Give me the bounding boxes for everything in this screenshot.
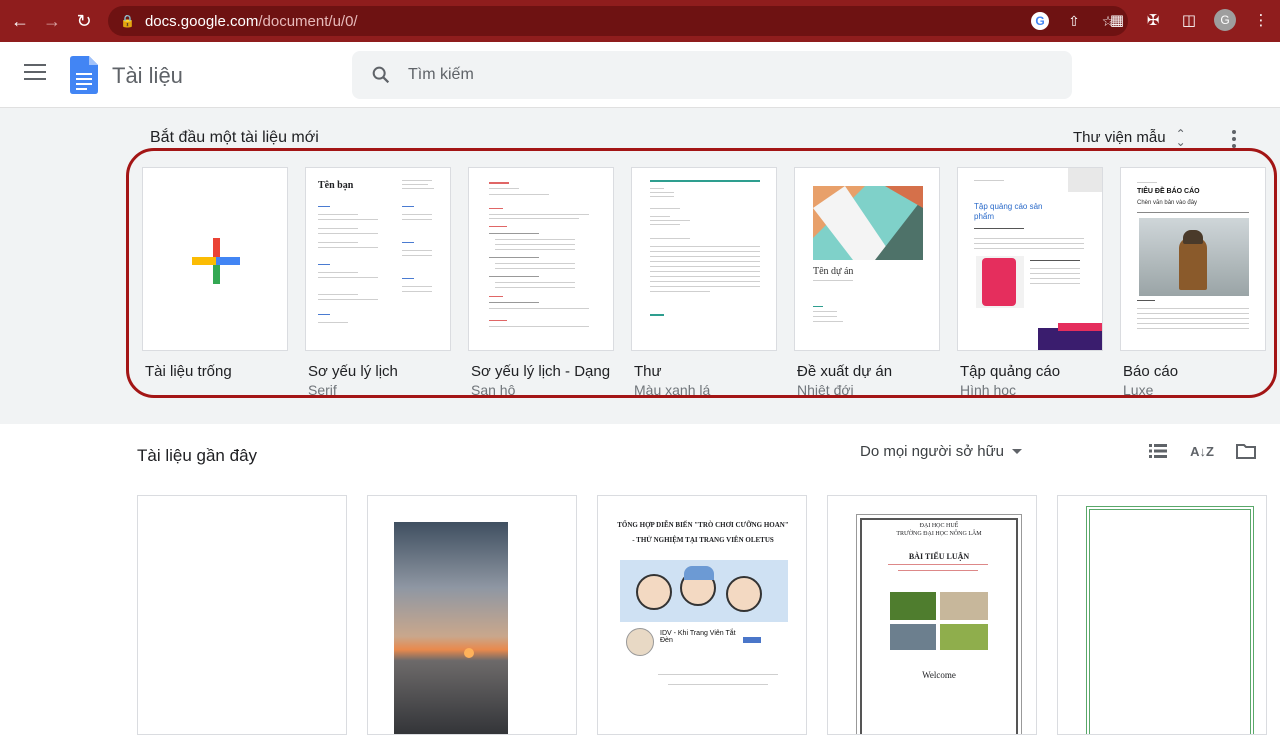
owner-filter-dropdown[interactable]: Do mọi người sở hữu bbox=[860, 443, 1022, 460]
doc-photo bbox=[890, 624, 936, 650]
app-title: Tài liệu bbox=[112, 63, 183, 88]
search-box[interactable] bbox=[352, 51, 1072, 99]
recent-doc-card[interactable]: TỔNG HỢP DIỄN BIẾN "TRÒ CHƠI CƯỠNG HOAN"… bbox=[597, 495, 807, 735]
google-lens-icon[interactable]: G bbox=[1030, 11, 1050, 31]
like-button-graphic bbox=[743, 637, 761, 643]
recent-doc-card[interactable] bbox=[137, 495, 347, 735]
doc-photo bbox=[890, 592, 936, 620]
sort-az-icon[interactable]: A↓Z bbox=[1190, 440, 1214, 462]
address-bar[interactable]: 🔒 docs.google.com/document/u/0/ G ⇧ ☆ bbox=[108, 6, 1128, 36]
docs-logo-icon[interactable] bbox=[70, 56, 98, 94]
search-icon[interactable] bbox=[370, 64, 392, 86]
side-panel-icon[interactable]: ◫ bbox=[1178, 9, 1200, 31]
reload-icon[interactable]: ↻ bbox=[72, 9, 96, 33]
main-menu-icon[interactable] bbox=[24, 64, 46, 82]
app-header: Tài liệu bbox=[0, 42, 1280, 108]
back-icon[interactable]: ← bbox=[8, 9, 32, 33]
doc-subtitle-text: - THỬ NGHIỆM TẠI TRANG VIÊN OLETUS bbox=[632, 536, 774, 544]
templates-highlight-annotation bbox=[126, 148, 1277, 398]
extensions-puzzle-icon[interactable]: ✠ bbox=[1142, 9, 1164, 31]
doc-border-frame bbox=[856, 514, 1022, 734]
browser-toolbar: ← → ↻ 🔒 docs.google.com/document/u/0/ G … bbox=[0, 0, 1280, 42]
template-gallery: Bắt đầu một tài liệu mới Thư viện mẫu ⌃ ⌄… bbox=[0, 108, 1280, 424]
profile-avatar[interactable]: G bbox=[1214, 9, 1236, 31]
url-path: /document/u/0/ bbox=[258, 12, 358, 30]
template-library-button[interactable]: Thư viện mẫu ⌃ ⌄ bbox=[1073, 126, 1186, 149]
doc-footer-text: Welcome bbox=[922, 670, 956, 680]
unfold-more-icon: ⌃ ⌄ bbox=[1175, 126, 1186, 149]
recent-doc-card[interactable] bbox=[367, 495, 577, 735]
recent-doc-card[interactable]: ĐẠI HỌC HUẾ TRƯỜNG ĐẠI HỌC NÔNG LÂM BÀI … bbox=[827, 495, 1037, 735]
doc-green-border bbox=[1086, 506, 1254, 734]
recent-docs-title: Tài liệu gần đây bbox=[137, 446, 258, 465]
folder-icon[interactable] bbox=[1234, 440, 1258, 462]
doc-heading: BÀI TIỂU LUẬN bbox=[908, 552, 970, 561]
doc-photo bbox=[940, 624, 988, 650]
doc-photo-sunset bbox=[394, 522, 508, 734]
lock-icon: 🔒 bbox=[120, 14, 135, 28]
doc-page-name: IDV - Khi Trang Viên Tắt Đèn bbox=[660, 630, 736, 644]
more-options-icon[interactable] bbox=[1226, 128, 1242, 150]
doc-title-text: ĐẠI HỌC HUẾ bbox=[919, 523, 959, 529]
doc-photo bbox=[940, 592, 988, 620]
doc-subtitle-text: TRƯỜNG ĐẠI HỌC NÔNG LÂM bbox=[896, 531, 982, 537]
list-view-icon[interactable] bbox=[1146, 440, 1170, 462]
recent-doc-card[interactable] bbox=[1057, 495, 1267, 735]
share-icon[interactable]: ⇧ bbox=[1064, 11, 1084, 31]
browser-menu-icon[interactable]: ⋮ bbox=[1250, 9, 1272, 31]
owner-filter-label: Do mọi người sở hữu bbox=[860, 443, 1004, 460]
dropdown-caret-icon bbox=[1011, 449, 1022, 454]
reader-extension-icon[interactable]: ▦ bbox=[1106, 9, 1128, 31]
doc-title-text: TỔNG HỢP DIỄN BIẾN "TRÒ CHƠI CƯỠNG HOAN" bbox=[617, 521, 789, 529]
page-avatar bbox=[626, 628, 654, 656]
doc-illustration bbox=[620, 560, 788, 622]
search-input[interactable] bbox=[408, 66, 1008, 84]
template-library-label: Thư viện mẫu bbox=[1073, 129, 1166, 146]
gallery-title: Bắt đầu một tài liệu mới bbox=[150, 129, 319, 146]
forward-icon[interactable]: → bbox=[40, 9, 64, 33]
url-host: docs.google.com bbox=[144, 12, 259, 30]
